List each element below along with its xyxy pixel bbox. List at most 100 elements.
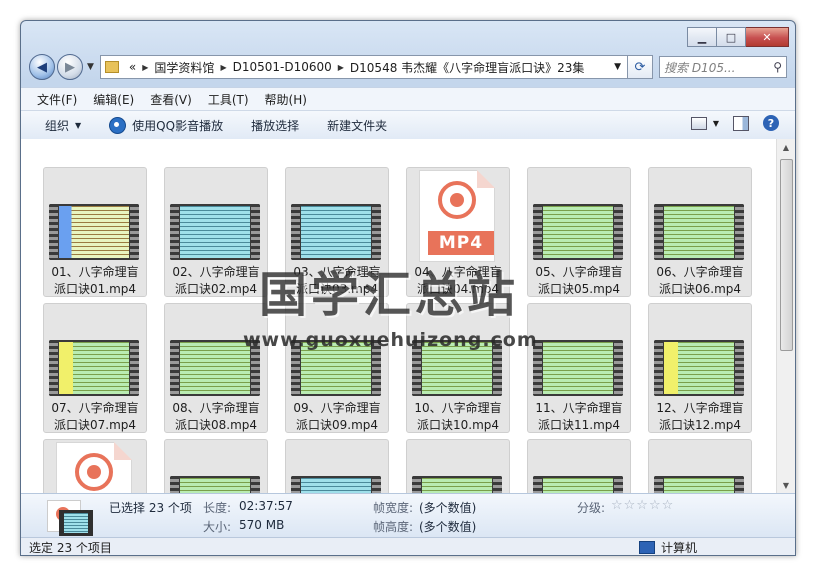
chevron-right-icon[interactable]: ▶: [220, 63, 226, 72]
chevron-right-icon[interactable]: ▶: [142, 63, 148, 72]
address-bar[interactable]: « ▶ 国学资料馆 ▶ D10501-D10600 ▶ D10548 韦杰耀《八…: [99, 55, 628, 79]
mp4-file-icon: MP4: [56, 442, 132, 493]
frame-height-value: (多个数值): [419, 520, 477, 534]
video-thumbnail: [291, 476, 381, 493]
recent-pages-dropdown-icon[interactable]: ▼: [87, 62, 94, 72]
video-thumbnail: [533, 340, 623, 396]
scroll-thumb[interactable]: [780, 159, 793, 351]
organize-button[interactable]: 组织 ▼: [45, 117, 81, 134]
search-input[interactable]: 搜索 D105...: [664, 59, 735, 76]
view-mode-icon[interactable]: [690, 116, 707, 130]
computer-icon: [639, 541, 655, 554]
help-icon[interactable]: ?: [763, 115, 779, 131]
chevron-right-icon[interactable]: ▶: [338, 63, 344, 72]
size-value: 570 MB: [239, 518, 285, 532]
file-tile[interactable]: 08、八字命理盲 派口诀08.mp4: [164, 303, 268, 433]
selected-count: 已选择 23 个项: [109, 501, 192, 515]
refresh-icon: ⟳: [634, 59, 646, 75]
status-bar: 选定 23 个项目 计算机: [21, 537, 795, 555]
status-selection: 选定 23 个项目: [29, 541, 112, 555]
file-name: 11、八字命理盲 派口诀11.mp4: [535, 401, 623, 432]
mp4-file-icon: MP4: [419, 170, 495, 262]
file-name: 01、八字命理盲 派口诀01.mp4: [51, 265, 139, 296]
scroll-up-icon[interactable]: ▲: [777, 139, 795, 155]
file-tile[interactable]: 07、八字命理盲 派口诀07.mp4: [43, 303, 147, 433]
minimize-button[interactable]: ▁: [687, 27, 717, 47]
view-mode-dropdown-icon[interactable]: ▼: [713, 119, 719, 128]
video-thumbnail: [654, 340, 744, 396]
menu-tools[interactable]: 工具(T): [208, 91, 249, 108]
multi-video-icon: [47, 500, 93, 536]
forward-button[interactable]: ▶: [57, 54, 83, 80]
qq-player-icon: [109, 116, 127, 134]
video-thumbnail: [533, 204, 623, 260]
scroll-down-icon[interactable]: ▼: [777, 477, 795, 493]
details-pane: 已选择 23 个项 长度: 02:37:57 大小: 570 MB 帧宽度: (…: [21, 493, 795, 538]
length-label: 长度:: [203, 501, 232, 515]
video-thumbnail: [533, 476, 623, 493]
file-tile[interactable]: 09、八字命理盲 派口诀09.mp4: [285, 303, 389, 433]
video-thumbnail: [654, 476, 744, 493]
file-grid: 01、八字命理盲 派口诀01.mp4 02、八字命理盲 派口诀02.mp4 03、八字命…: [21, 139, 776, 493]
file-tile[interactable]: [527, 439, 631, 493]
file-tile[interactable]: MP4 04、八字命理盲 派口诀04.mp4: [406, 167, 510, 297]
video-thumbnail: [170, 476, 260, 493]
address-dropdown-icon[interactable]: ▼: [614, 62, 621, 72]
file-tile[interactable]: [648, 439, 752, 493]
video-thumbnail: [49, 204, 139, 260]
breadcrumb-2[interactable]: D10548 韦杰耀《八字命理盲派口诀》23集: [350, 59, 585, 76]
file-tile[interactable]: 05、八字命理盲 派口诀05.mp4: [527, 167, 631, 297]
file-tile[interactable]: 03、八字命理盲 派口诀03.mp4: [285, 167, 389, 297]
new-folder-button[interactable]: 新建文件夹: [327, 117, 387, 134]
video-thumbnail: [291, 204, 381, 260]
file-tile[interactable]: 12、八字命理盲 派口诀12.mp4: [648, 303, 752, 433]
video-thumbnail: [654, 204, 744, 260]
breadcrumb-1[interactable]: D10501-D10600: [233, 60, 332, 74]
file-tile[interactable]: 01、八字命理盲 派口诀01.mp4: [43, 167, 147, 297]
file-tile[interactable]: [164, 439, 268, 493]
size-label: 大小:: [203, 520, 232, 534]
back-button[interactable]: ◀: [29, 54, 55, 80]
play-selection-button[interactable]: 播放选择: [251, 117, 299, 134]
vertical-scrollbar[interactable]: ▲ ▼: [776, 139, 795, 493]
close-button[interactable]: ✕: [746, 27, 789, 47]
mp4-label: MP4: [428, 231, 494, 255]
file-name: 02、八字命理盲 派口诀02.mp4: [172, 265, 260, 296]
file-tile[interactable]: 06、八字命理盲 派口诀06.mp4: [648, 167, 752, 297]
play-qq-button[interactable]: 使用QQ影音播放: [109, 116, 224, 134]
menu-edit[interactable]: 编辑(E): [93, 91, 134, 108]
video-thumbnail: [49, 340, 139, 396]
menu-help[interactable]: 帮助(H): [265, 91, 307, 108]
rating-stars[interactable]: ☆☆☆☆☆: [611, 498, 674, 513]
refresh-button[interactable]: ⟳: [628, 55, 653, 79]
status-location: 计算机: [639, 539, 698, 555]
menu-file[interactable]: 文件(F): [37, 91, 77, 108]
video-thumbnail: [170, 204, 260, 260]
menu-view[interactable]: 查看(V): [150, 91, 192, 108]
preview-pane-icon[interactable]: [733, 115, 749, 131]
organize-label: 组织: [45, 118, 70, 133]
file-tile[interactable]: 10、八字命理盲 派口诀10.mp4: [406, 303, 510, 433]
file-tile[interactable]: 02、八字命理盲 派口诀02.mp4: [164, 167, 268, 297]
file-name: 05、八字命理盲 派口诀05.mp4: [535, 265, 623, 296]
rating-label: 分级:: [577, 501, 606, 515]
menu-bar: 文件(F) 编辑(E) 查看(V) 工具(T) 帮助(H): [21, 87, 795, 110]
breadcrumb-overflow[interactable]: «: [129, 60, 136, 74]
folder-icon: [104, 61, 119, 73]
frame-width-value: (多个数值): [419, 501, 477, 515]
file-name: 06、八字命理盲 派口诀06.mp4: [656, 265, 744, 296]
length-value: 02:37:57: [239, 499, 293, 513]
maximize-button[interactable]: □: [717, 27, 746, 47]
frame-width-label: 帧宽度:: [373, 501, 414, 515]
search-box[interactable]: 搜索 D105... ⚲: [659, 56, 787, 78]
file-tile[interactable]: 11、八字命理盲 派口诀11.mp4: [527, 303, 631, 433]
play-qq-label: 使用QQ影音播放: [132, 118, 224, 133]
command-bar: 组织 ▼ 使用QQ影音播放 播放选择 新建文件夹 ▼ ?: [21, 110, 795, 140]
file-tile[interactable]: [406, 439, 510, 493]
file-tile[interactable]: MP4: [43, 439, 147, 493]
navigation-bar: ◀ ▶ ▼ « ▶ 国学资料馆 ▶ D10501-D10600 ▶ D10548…: [29, 53, 787, 81]
breadcrumb-0[interactable]: 国学资料馆: [154, 59, 214, 76]
status-location-label: 计算机: [661, 541, 698, 555]
file-tile[interactable]: [285, 439, 389, 493]
file-name: 08、八字命理盲 派口诀08.mp4: [172, 401, 260, 432]
